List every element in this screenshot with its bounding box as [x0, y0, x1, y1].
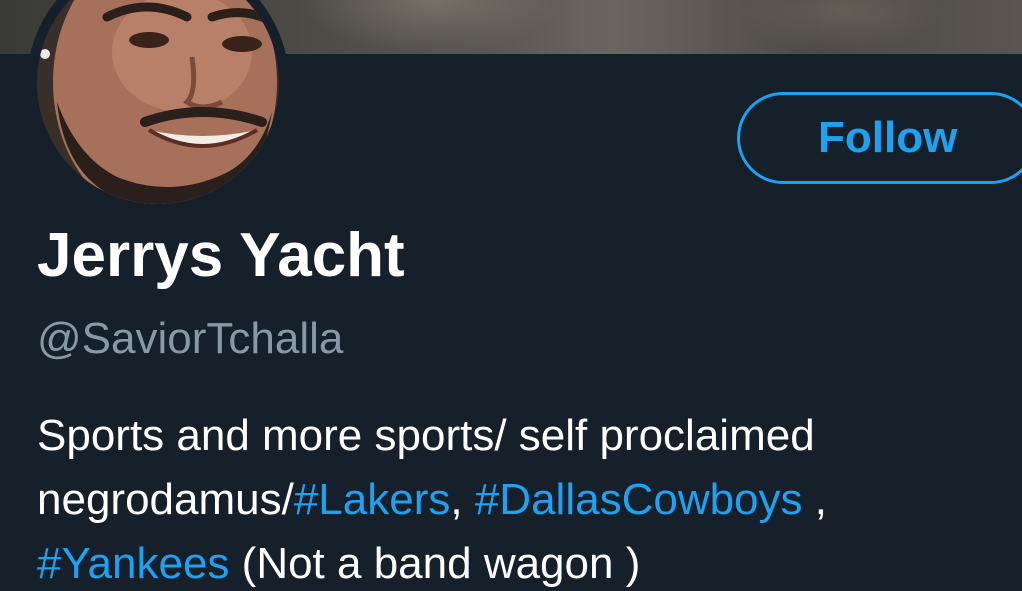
bio-text: negrodamus/	[37, 475, 294, 524]
bio-text: (Not a band wagon )	[229, 539, 641, 588]
follow-button[interactable]: Follow	[737, 92, 1022, 184]
hashtag-link-lakers[interactable]: #Lakers	[294, 475, 451, 524]
hashtag-link-dallas-cowboys[interactable]: #DallasCowboys	[475, 475, 803, 524]
profile-display-name: Jerrys Yacht	[37, 221, 405, 290]
hashtag-link-yankees[interactable]: #Yankees	[37, 539, 229, 588]
bio-text: ,	[450, 475, 475, 524]
bio-line: #Yankees (Not a band wagon )	[37, 532, 1017, 591]
banner-shade	[740, 0, 940, 54]
profile-bio: Sports and more sports/ self proclaimed …	[37, 404, 1017, 591]
profile-handle: @SaviorTchalla	[37, 314, 344, 363]
bio-text: ,	[802, 475, 827, 524]
bio-line: Sports and more sports/ self proclaimed	[37, 411, 815, 460]
bio-line: negrodamus/#Lakers, #DallasCowboys ,	[37, 468, 1017, 532]
profile-page: Follow Jerrys Yacht @SaviorTchalla Sport…	[0, 0, 1022, 591]
banner-shade	[300, 0, 560, 54]
